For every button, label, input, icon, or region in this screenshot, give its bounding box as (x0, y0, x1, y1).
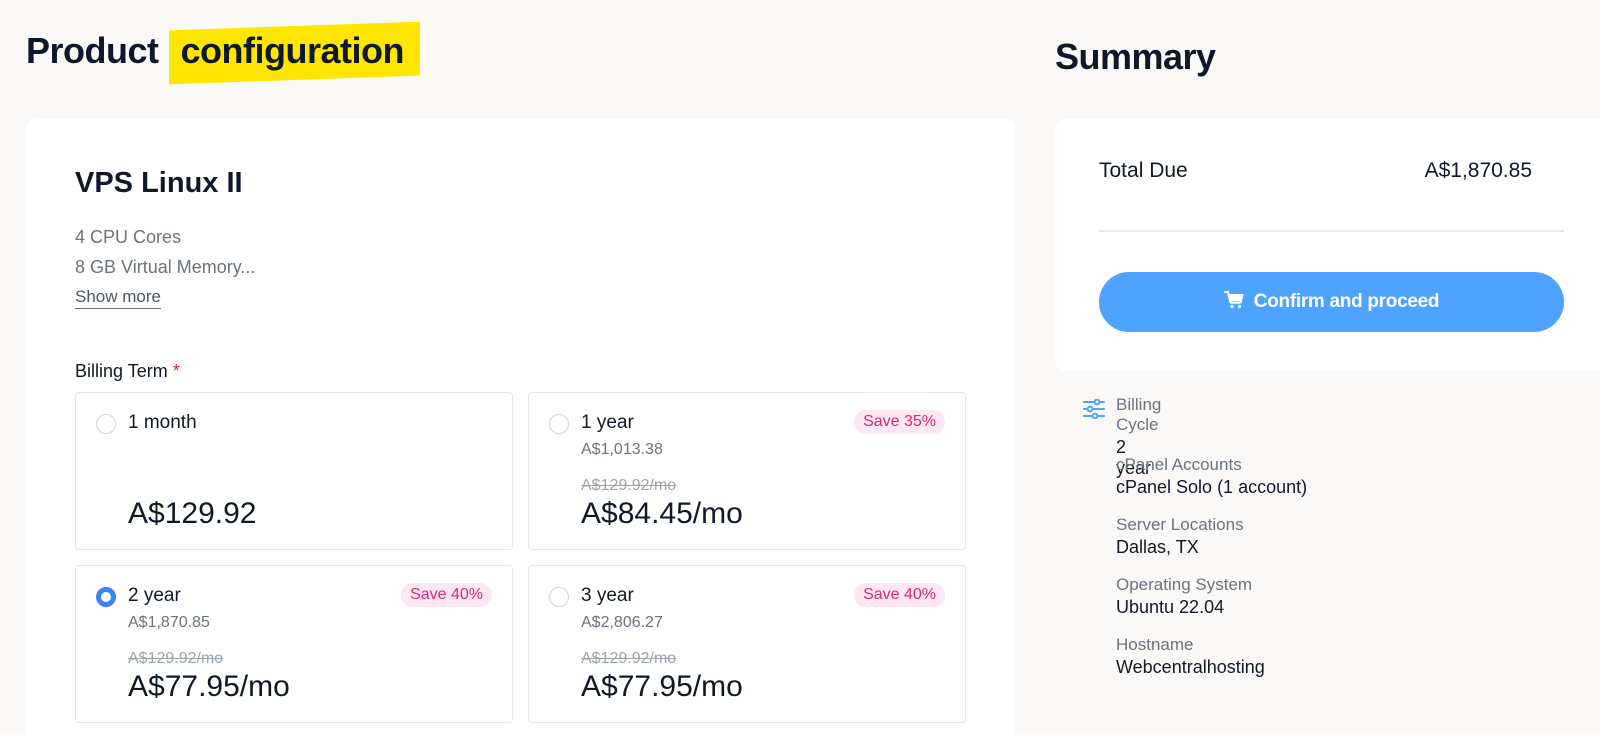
save-badge: Save 35% (854, 410, 945, 434)
detail-hostname: Hostname Webcentralhosting (1116, 635, 1265, 678)
option-price: A$77.95/mo (581, 670, 743, 703)
summary-title: Summary (1055, 36, 1216, 77)
billing-term-label: Billing Term * (75, 361, 180, 382)
divider (1099, 230, 1564, 232)
product-name: VPS Linux II (75, 167, 243, 199)
detail-server-locations: Server Locations Dallas, TX (1116, 515, 1244, 558)
option-total: A$1,870.85 (128, 614, 210, 631)
option-price: A$84.45/mo (581, 497, 743, 530)
option-term: 3 year (581, 585, 634, 606)
required-mark: * (172, 361, 180, 381)
option-total: A$2,806.27 (581, 614, 663, 631)
confirm-button[interactable]: Confirm and proceed (1099, 272, 1564, 332)
radio-button-selected[interactable] (96, 587, 116, 607)
detail-label: Hostname (1116, 635, 1194, 654)
detail-operating-system: Operating System Ubuntu 22.04 (1116, 575, 1252, 618)
page-title-highlight: configuration (169, 30, 416, 72)
option-old-price: A$129.92/mo (128, 650, 224, 667)
detail-value: Webcentralhosting (1116, 657, 1265, 677)
detail-value: Ubuntu 22.04 (1116, 597, 1225, 617)
detail-label: cPanel Accounts (1116, 455, 1242, 474)
option-price: A$77.95/mo (128, 670, 290, 703)
detail-label: Billing Cycle (1116, 395, 1162, 434)
total-due-label: Total Due (1099, 159, 1188, 182)
billing-term-label-text: Billing Term (75, 361, 168, 381)
detail-value: Dallas, TX (1116, 537, 1199, 557)
save-badge: Save 40% (854, 583, 945, 607)
page-title-part1: Product (26, 30, 159, 71)
option-term: 2 year (128, 585, 181, 606)
total-due-value: A$1,870.85 (1424, 159, 1532, 182)
show-more-link[interactable]: Show more (75, 287, 161, 309)
confirm-button-label: Confirm and proceed (1253, 291, 1440, 312)
option-old-price: A$129.92/mo (581, 477, 677, 494)
detail-label: Operating System (1116, 575, 1253, 594)
product-config-card: VPS Linux II 4 CPU Cores 8 GB Virtual Me… (26, 119, 1015, 735)
feature-cpu: 4 CPU Cores (75, 227, 182, 247)
option-total: A$1,013.38 (581, 441, 663, 458)
radio-button[interactable] (96, 414, 116, 434)
detail-label: Server Locations (1116, 515, 1244, 534)
radio-button[interactable] (549, 414, 569, 434)
option-term: 1 year (581, 412, 634, 433)
option-old-price: A$129.92/mo (581, 650, 677, 667)
radio-button[interactable] (549, 587, 569, 607)
summary-card: Total Due Confirm and proceed (1055, 119, 1600, 371)
page-title-part2: configuration (180, 30, 405, 71)
billing-option-1-year[interactable]: 1 year Save 35% A$1,013.38 A$129.92/mo A… (528, 392, 966, 550)
billing-option-3-year[interactable]: 3 year Save 40% A$2,806.27 A$129.92/mo A… (528, 565, 966, 723)
option-price: A$129.92 (128, 497, 257, 530)
billing-option-1-month[interactable]: 1 month A$129.92 (75, 392, 513, 550)
detail-value: cPanel Solo (1 account) (1116, 477, 1308, 497)
save-badge: Save 40% (401, 583, 492, 607)
feature-memory: 8 GB Virtual Memory... (75, 257, 256, 277)
detail-cpanel-accounts: cPanel Accounts cPanel Solo (1 account) (1116, 455, 1307, 498)
option-term: 1 month (128, 412, 197, 433)
sliders-icon (1083, 398, 1105, 420)
billing-option-2-year[interactable]: 2 year Save 40% A$1,870.85 A$129.92/mo A… (75, 565, 513, 723)
cart-icon (1223, 290, 1244, 315)
page-title: Product configuration (26, 30, 416, 72)
